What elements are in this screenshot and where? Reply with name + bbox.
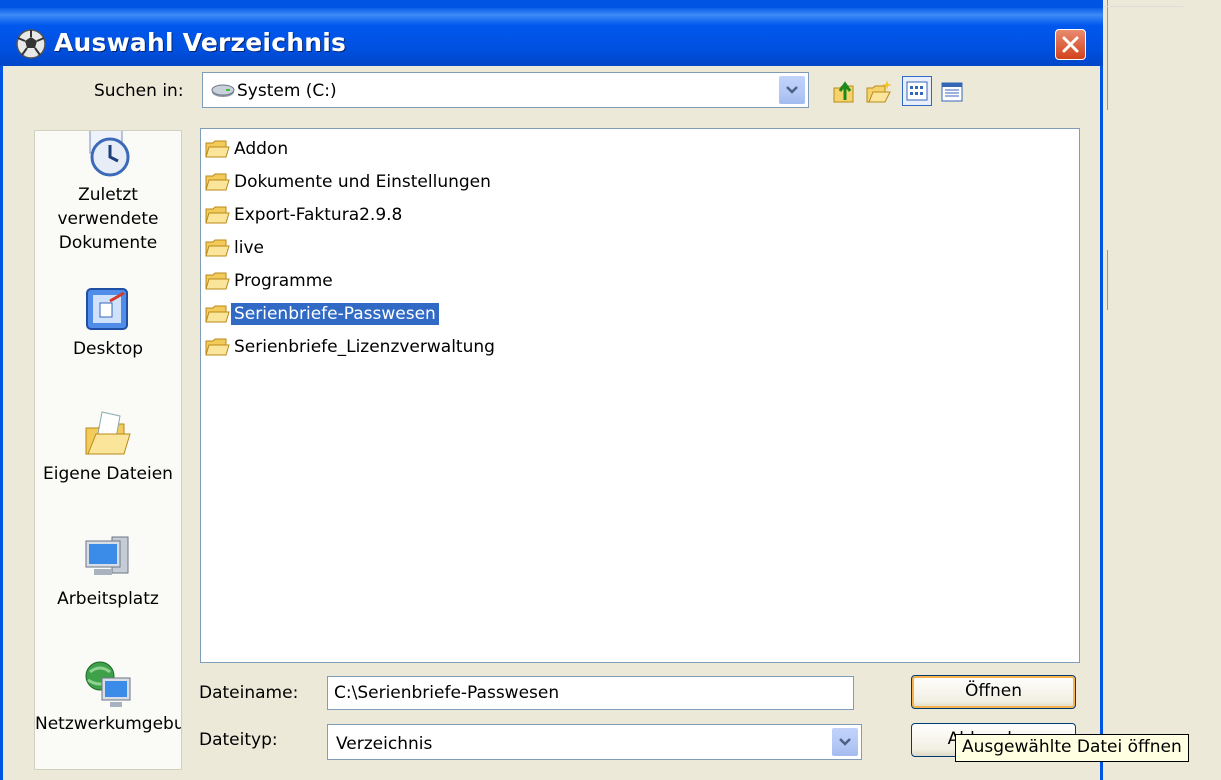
list-view-button[interactable] [902, 76, 932, 106]
file-name: Programme [234, 271, 333, 291]
lookin-dropdown[interactable]: System (C:) [202, 72, 809, 108]
title-bar[interactable]: Auswahl Verzeichnis [0, 8, 1103, 66]
details-view-icon[interactable] [938, 78, 966, 106]
list-item[interactable]: Export-Faktura2.9.8 [204, 201, 406, 229]
drive-icon [211, 84, 235, 97]
file-name: live [234, 238, 264, 258]
place-label: Arbeitsplatz [57, 589, 159, 609]
folder-icon [205, 338, 230, 356]
filetype-label: Dateityp: [199, 730, 278, 750]
close-button[interactable] [1055, 29, 1086, 60]
places-bar: Zuletzt verwendete Dokumente Desktop Eig… [34, 130, 182, 770]
list-item[interactable]: Programme [204, 267, 337, 295]
background-divider [1107, 250, 1108, 310]
place-label: Desktop [72, 339, 144, 359]
tooltip: Ausgewählte Datei öffnen [955, 734, 1189, 762]
chevron-down-icon [839, 738, 851, 746]
file-name: Serienbriefe_Lizenzverwaltung [234, 337, 495, 357]
dialog-body: Suchen in: System (C:) Zuletzt verwendet… [3, 66, 1100, 780]
filetype-dropdown[interactable]: Verzeichnis [327, 724, 862, 760]
close-icon [1062, 36, 1079, 53]
file-list[interactable]: Addon Dokumente und Einstellungen Export… [200, 128, 1080, 663]
place-label: Zuletzt verwendete Dokumente [57, 185, 159, 253]
filetype-dropdown-button[interactable] [831, 727, 859, 757]
place-desktop[interactable]: Desktop [35, 281, 181, 361]
background-divider [1107, 0, 1108, 110]
window-title: Auswahl Verzeichnis [54, 28, 347, 57]
file-name: Dokumente und Einstellungen [234, 172, 491, 192]
folder-icon [205, 272, 230, 290]
list-item[interactable]: Dokumente und Einstellungen [204, 168, 495, 196]
desktop-icon [86, 288, 128, 330]
place-my-documents[interactable]: Eigene Dateien [35, 406, 181, 486]
my-computer-icon [85, 536, 129, 575]
lookin-label: Suchen in: [94, 81, 184, 101]
recent-documents-icon [89, 131, 130, 177]
folder-select-dialog: Auswahl Verzeichnis Suchen in: System (C… [0, 0, 1103, 780]
folder-icon [205, 305, 230, 323]
lookin-dropdown-button[interactable] [778, 75, 806, 105]
my-documents-icon [85, 411, 131, 455]
filename-input[interactable] [327, 676, 854, 710]
list-item-selected[interactable]: Serienbriefe-Passwesen [204, 300, 443, 328]
folder-icon [205, 239, 230, 257]
folder-icon [205, 173, 230, 191]
list-item[interactable]: Serienbriefe_Lizenzverwaltung [204, 333, 499, 361]
file-name: Export-Faktura2.9.8 [234, 205, 403, 225]
place-my-computer[interactable]: Arbeitsplatz [35, 531, 181, 611]
folder-icon [205, 206, 230, 224]
network-icon [85, 661, 131, 707]
background-window [1103, 0, 1221, 780]
place-recent-documents[interactable]: Zuletzt verwendete Dokumente [35, 131, 181, 255]
folder-icon [205, 140, 230, 158]
file-name: Addon [234, 139, 289, 159]
app-icon [16, 29, 46, 59]
up-folder-icon[interactable] [831, 78, 859, 106]
filetype-value: Verzeichnis [336, 734, 433, 754]
list-item[interactable]: live [204, 234, 268, 262]
lookin-value: System (C:) [237, 81, 337, 101]
new-folder-icon[interactable] [865, 78, 893, 106]
list-view-icon [906, 81, 928, 101]
filename-label: Dateiname: [199, 683, 299, 703]
background-divider [1103, 6, 1183, 7]
place-label: Eigene Dateien [43, 464, 173, 484]
open-button[interactable]: Öffnen [911, 675, 1076, 709]
list-item[interactable]: Addon [204, 135, 292, 163]
place-label: Netzwerkumgebu [35, 714, 182, 734]
chevron-down-icon [786, 86, 798, 94]
place-network[interactable]: Netzwerkumgebu [35, 656, 181, 736]
file-name: Serienbriefe-Passwesen [231, 303, 439, 325]
